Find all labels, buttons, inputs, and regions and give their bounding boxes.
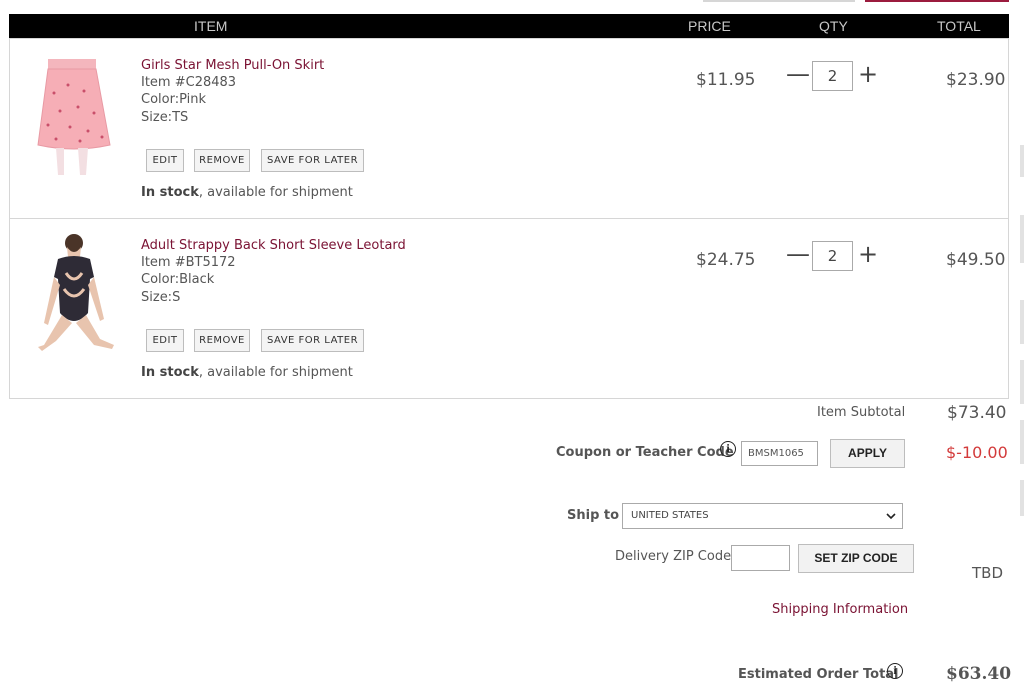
country-select-value: UNITED STATES — [631, 510, 709, 521]
edge-scroll-mark — [1020, 420, 1024, 464]
product-size: Size:S — [141, 290, 181, 305]
remove-button[interactable]: REMOVE — [194, 149, 250, 172]
info-icon[interactable]: i — [720, 441, 736, 457]
stock-status-bold: In stock — [141, 185, 199, 200]
stock-status-rest: , available for shipment — [198, 365, 353, 380]
coupon-label: Coupon or Teacher Code — [556, 445, 734, 460]
stock-status: In stock, available for shipment — [141, 365, 353, 380]
discount-value: $-10.00 — [946, 443, 1008, 462]
edit-button[interactable]: EDIT — [146, 149, 184, 172]
top-divider-accent — [865, 0, 1009, 2]
qty-input[interactable]: 2 — [812, 61, 853, 91]
qty-input[interactable]: 2 — [812, 241, 853, 271]
qty-decrease-button[interactable]: — — [786, 242, 810, 267]
info-icon[interactable]: i — [887, 663, 903, 679]
top-divider-gray — [703, 0, 855, 2]
zip-code-label: Delivery ZIP Code — [615, 549, 732, 564]
country-select[interactable]: UNITED STATES — [622, 503, 903, 529]
zip-code-input[interactable] — [731, 545, 790, 571]
chevron-down-icon — [886, 504, 896, 538]
cart-item-row: Adult Strappy Back Short Sleeve Leotard … — [9, 218, 1009, 399]
product-name-link[interactable]: Adult Strappy Back Short Sleeve Leotard — [141, 238, 406, 253]
product-color: Color:Pink — [141, 92, 207, 107]
edge-scroll-mark — [1020, 145, 1024, 177]
product-image-skirt[interactable] — [34, 53, 114, 177]
subtotal-label: Item Subtotal — [817, 405, 906, 420]
coupon-code-input[interactable]: BMSM1065 — [741, 441, 818, 466]
line-total: $49.50 — [946, 250, 1006, 270]
set-zip-code-button[interactable]: SET ZIP CODE — [798, 544, 914, 573]
estimated-total-value: $63.40 — [946, 664, 1012, 684]
shipping-information-link[interactable]: Shipping Information — [772, 602, 908, 617]
remove-button[interactable]: REMOVE — [194, 329, 250, 352]
product-size: Size:TS — [141, 110, 189, 125]
stock-status-bold: In stock — [141, 365, 199, 380]
ship-to-label: Ship to — [567, 508, 620, 523]
header-total: TOTAL — [937, 18, 981, 34]
header-qty: QTY — [819, 18, 848, 34]
product-color: Color:Black — [141, 272, 215, 287]
line-total: $23.90 — [946, 70, 1006, 90]
product-image-leotard[interactable] — [34, 233, 114, 357]
stock-status-rest: , available for shipment — [198, 185, 353, 200]
save-for-later-button[interactable]: SAVE FOR LATER — [261, 149, 364, 172]
unit-price: $11.95 — [696, 70, 756, 90]
edge-scroll-mark — [1020, 215, 1024, 263]
cart-table-header: ITEM PRICE QTY TOTAL — [9, 14, 1009, 38]
header-item: ITEM — [194, 18, 228, 34]
save-for-later-button[interactable]: SAVE FOR LATER — [261, 329, 364, 352]
apply-coupon-button[interactable]: APPLY — [830, 439, 905, 468]
qty-decrease-button[interactable]: — — [786, 62, 810, 87]
product-item-number: Item #C28483 — [141, 75, 237, 90]
cart-item-row: Girls Star Mesh Pull-On Skirt Item #C284… — [9, 38, 1009, 219]
estimated-total-label: Estimated Order Total — [738, 667, 899, 682]
edge-scroll-mark — [1020, 480, 1024, 516]
edit-button[interactable]: EDIT — [146, 329, 184, 352]
subtotal-value: $73.40 — [947, 403, 1007, 423]
product-name-link[interactable]: Girls Star Mesh Pull-On Skirt — [141, 58, 324, 73]
qty-increase-button[interactable]: + — [858, 242, 878, 267]
unit-price: $24.75 — [696, 250, 756, 270]
shipping-cost-value: TBD — [972, 564, 1004, 582]
qty-increase-button[interactable]: + — [858, 62, 878, 87]
stock-status: In stock, available for shipment — [141, 185, 353, 200]
product-item-number: Item #BT5172 — [141, 255, 236, 270]
edge-scroll-mark — [1020, 360, 1024, 404]
edge-scroll-mark — [1020, 300, 1024, 344]
header-price: PRICE — [688, 18, 731, 34]
